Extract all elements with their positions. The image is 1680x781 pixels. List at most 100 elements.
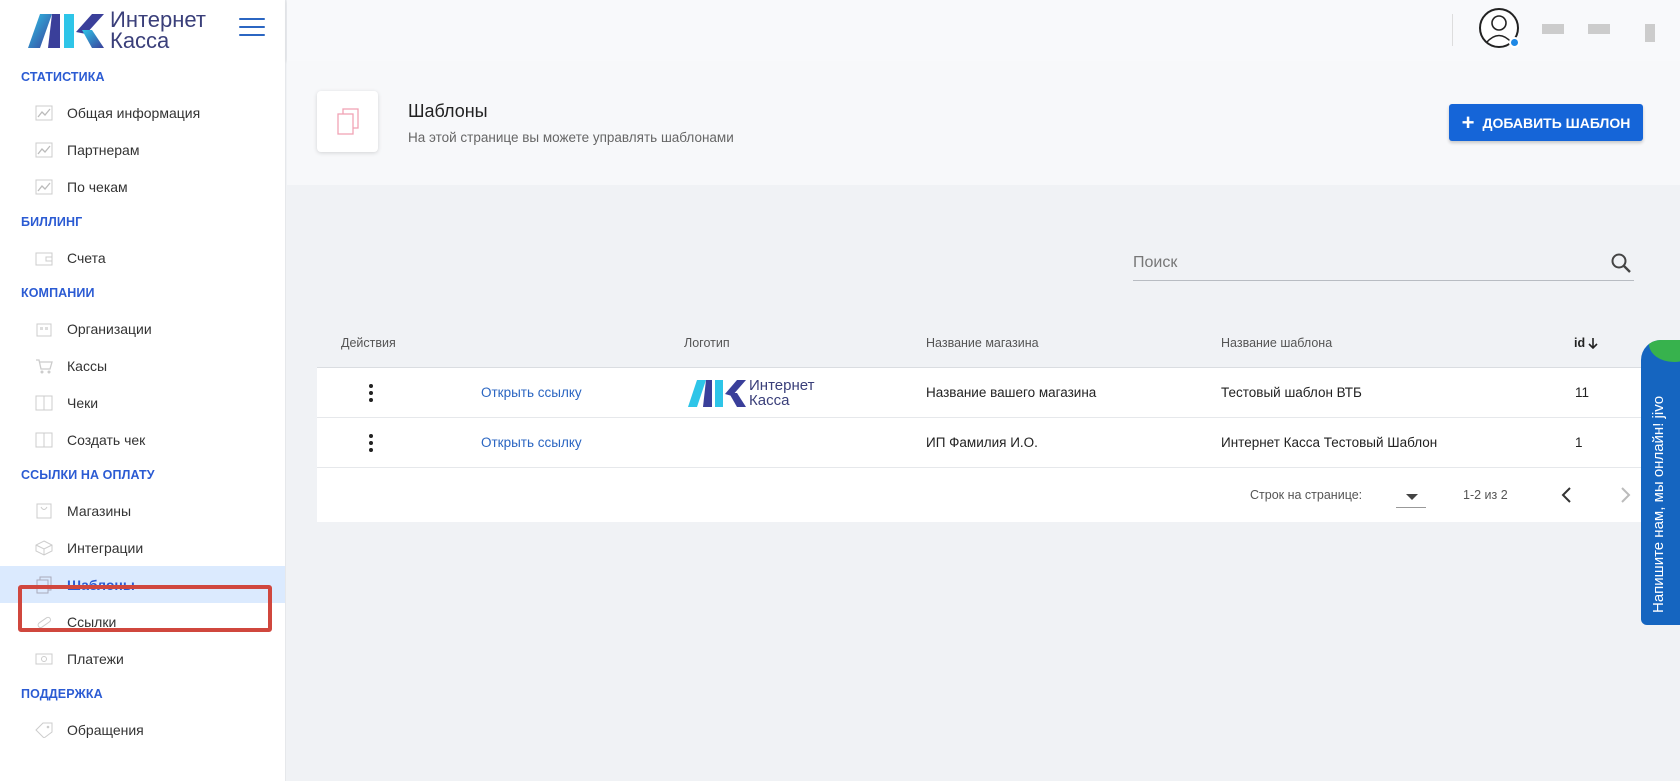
sidebar-item-label: Платежи xyxy=(67,650,124,667)
column-header-shop[interactable]: Название магазина xyxy=(926,318,1039,367)
sidebar-item-label: Шаблоны xyxy=(67,576,135,593)
add-template-button[interactable]: + ДОБАВИТЬ ШАБЛОН xyxy=(1449,104,1643,141)
tag-icon xyxy=(34,721,54,739)
templates-icon xyxy=(317,91,378,152)
logo-line2: Касса xyxy=(110,28,170,53)
redacted-block xyxy=(1542,24,1564,34)
table-row: Открыть ссылку ИП Фамилия И.О. Интернет … xyxy=(317,418,1642,468)
rows-per-page-select[interactable] xyxy=(1396,482,1426,508)
logo-mark-icon xyxy=(26,10,104,50)
page-title: Шаблоны xyxy=(408,101,488,121)
cube-icon xyxy=(34,539,54,557)
sidebar-item-label: Обращения xyxy=(67,721,144,738)
chevron-right-icon[interactable] xyxy=(1614,484,1636,506)
search-field xyxy=(1133,246,1634,281)
chart-line-icon xyxy=(34,104,54,122)
chart-line-icon xyxy=(34,141,54,159)
sidebar-item-label: По чекам xyxy=(67,178,128,195)
sidebar: Интернет Касса СТАТИСТИКА Общая информац… xyxy=(0,0,286,781)
sidebar-item-invoices[interactable]: Счета xyxy=(0,239,285,276)
column-header-id[interactable]: id xyxy=(1574,318,1599,367)
sidebar-item-links[interactable]: Ссылки xyxy=(0,603,285,640)
nav-section-billing: БИЛЛИНГ Счета xyxy=(0,205,285,276)
documents-icon xyxy=(34,576,54,594)
nav-section-title: КОМПАНИИ xyxy=(21,286,95,300)
sidebar-item-label: Организации xyxy=(67,320,152,337)
sidebar-item-receipts[interactable]: Чеки xyxy=(0,384,285,421)
sidebar-item-label: Партнерам xyxy=(67,141,140,158)
rows-per-page-label: Строк на странице: xyxy=(1250,488,1363,502)
shop-logo: Интернет Касса xyxy=(687,368,814,417)
column-header-id-label: id xyxy=(1574,335,1586,350)
page-header: Шаблоны На этой странице вы можете управ… xyxy=(287,61,1680,185)
chat-label-text: Напишите нам, мы онлайн! xyxy=(1650,422,1667,613)
sidebar-item-payments[interactable]: Платежи xyxy=(0,640,285,677)
logo-text: Интернет Касса xyxy=(110,7,206,53)
nav-section-title: ССЫЛКИ НА ОПЛАТУ xyxy=(21,468,155,482)
nav-section-title: ПОДДЕРЖКА xyxy=(21,687,103,701)
nav-section-title: СТАТИСТИКА xyxy=(21,70,105,84)
open-link[interactable]: Открыть ссылку xyxy=(481,368,582,417)
open-link[interactable]: Открыть ссылку xyxy=(481,418,582,467)
shop-name: ИП Фамилия И.О. xyxy=(926,435,1038,450)
nav-section-statistics: СТАТИСТИКА Общая информация Партнерам По… xyxy=(0,60,285,205)
sidebar-item-create-receipt[interactable]: Создать чек xyxy=(0,421,285,458)
cash-icon xyxy=(34,650,54,668)
sidebar-item-label: Кассы xyxy=(67,357,108,374)
nav-section-support: ПОДДЕРЖКА Обращения xyxy=(0,677,285,748)
redacted-block xyxy=(1645,24,1655,42)
chat-widget-label: Напишите нам, мы онлайн! jivo xyxy=(1650,378,1667,613)
template-name: Интернет Касса Тестовый Шаблон xyxy=(1221,435,1438,450)
sidebar-item-overview[interactable]: Общая информация xyxy=(0,94,285,131)
column-header-actions: Действия xyxy=(341,335,396,350)
table-row: Открыть ссылку Интернет Касса Название в… xyxy=(317,368,1642,418)
plus-icon: + xyxy=(1461,109,1475,135)
column-header-template[interactable]: Название шаблона xyxy=(1221,318,1332,367)
sidebar-item-label: Общая информация xyxy=(67,104,201,121)
sidebar-item-registers[interactable]: Кассы xyxy=(0,347,285,384)
shopping-bag-icon xyxy=(34,502,54,520)
template-id: 11 xyxy=(1575,385,1590,400)
column-header-logo: Логотип xyxy=(684,335,730,350)
add-template-label: ДОБАВИТЬ ШАБЛОН xyxy=(1482,114,1631,131)
search-input[interactable] xyxy=(1133,246,1593,279)
search-icon[interactable] xyxy=(1610,252,1632,274)
nav-section-title: БИЛЛИНГ xyxy=(21,215,83,229)
book-icon xyxy=(34,431,54,449)
sidebar-item-label: Интеграции xyxy=(67,539,144,556)
user-avatar-icon[interactable] xyxy=(1479,8,1520,48)
templates-table: Действия Логотип Название магазина Назва… xyxy=(317,318,1642,522)
sidebar-item-shops[interactable]: Магазины xyxy=(0,492,285,529)
pagination-range: 1-2 из 2 xyxy=(1463,488,1508,502)
redacted-block xyxy=(1588,24,1610,34)
chart-line-icon xyxy=(34,178,54,196)
sidebar-item-label: Ссылки xyxy=(67,613,117,630)
sort-arrow-down-icon xyxy=(1588,337,1598,349)
chat-status-shape xyxy=(1649,340,1680,362)
chat-widget-button[interactable]: Напишите нам, мы онлайн! jivo xyxy=(1641,340,1680,625)
nav-section-companies: КОМПАНИИ Организации Кассы Чеки Создать … xyxy=(0,276,285,458)
nav-section-payment-links: ССЫЛКИ НА ОПЛАТУ Магазины Интеграции Шаб… xyxy=(0,458,285,677)
sidebar-item-label: Чеки xyxy=(67,394,99,411)
online-status-dot xyxy=(1509,37,1520,48)
sidebar-item-by-receipts[interactable]: По чекам xyxy=(0,168,285,205)
logo-line1: Интернет xyxy=(110,7,206,32)
sidebar-item-partners[interactable]: Партнерам xyxy=(0,131,285,168)
template-name: Тестовый шаблон ВТБ xyxy=(1221,385,1362,400)
chevron-left-icon[interactable] xyxy=(1556,484,1578,506)
sidebar-item-templates[interactable]: Шаблоны xyxy=(0,566,285,603)
sidebar-item-tickets[interactable]: Обращения xyxy=(0,711,285,748)
shop-logo-text: Интернет Касса xyxy=(749,378,814,408)
sidebar-item-integrations[interactable]: Интеграции xyxy=(0,529,285,566)
sidebar-item-label: Счета xyxy=(67,249,106,266)
divider xyxy=(1452,14,1453,46)
shop-logo-line2: Касса xyxy=(749,392,790,409)
table-pagination: Строк на странице: 1-2 из 2 xyxy=(317,468,1642,522)
row-actions-menu-icon[interactable] xyxy=(361,381,381,405)
row-actions-menu-icon[interactable] xyxy=(361,431,381,455)
top-bar xyxy=(287,0,1680,61)
link-icon xyxy=(34,613,54,631)
sidebar-item-organizations[interactable]: Организации xyxy=(0,310,285,347)
sidebar-item-label: Создать чек xyxy=(67,431,146,448)
menu-toggle-icon[interactable] xyxy=(239,18,265,38)
